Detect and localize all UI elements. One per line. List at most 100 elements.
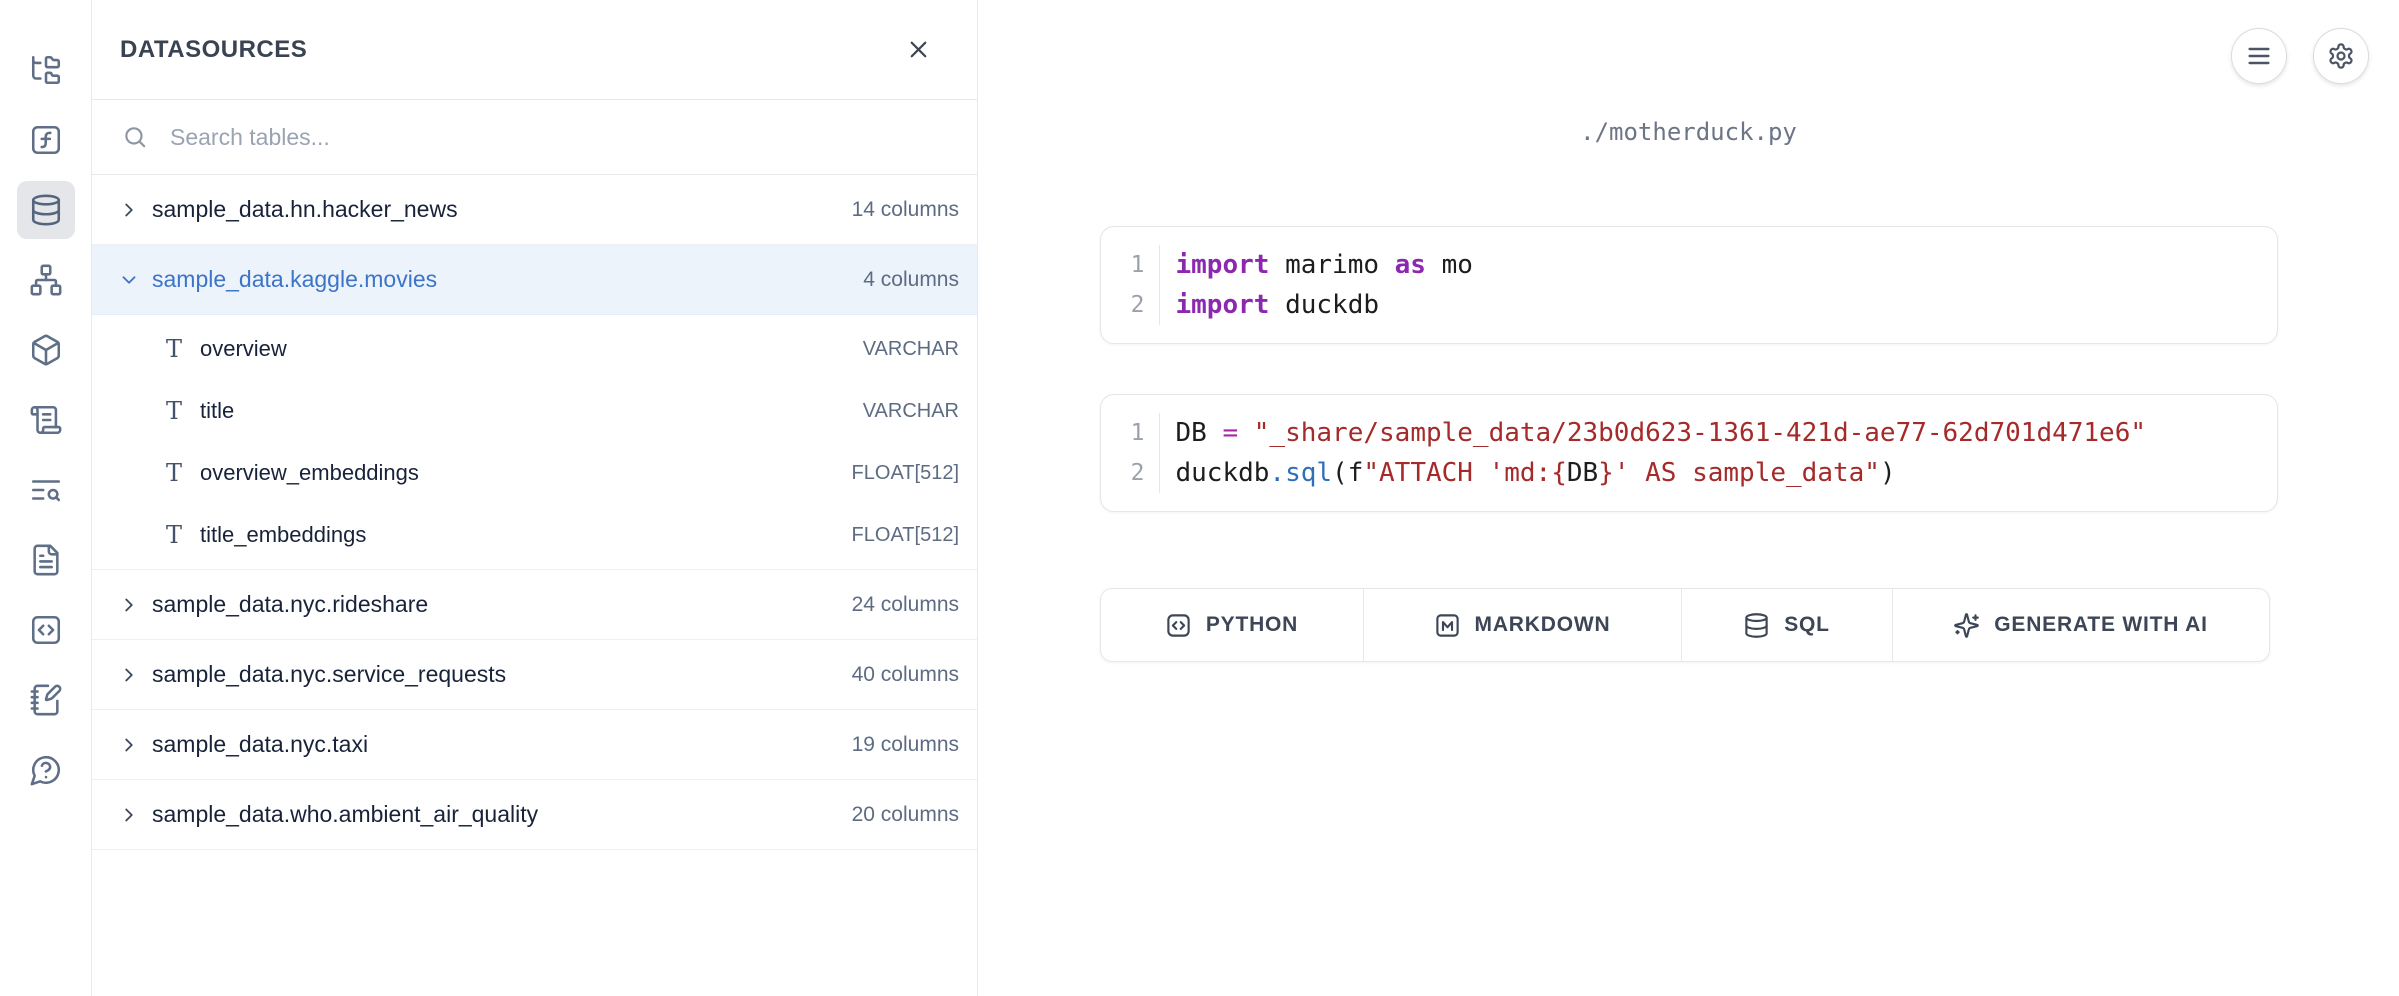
package-icon <box>29 333 63 367</box>
chevron-right-icon <box>118 199 140 221</box>
table-search-bar <box>92 100 977 175</box>
column-row[interactable]: T overview_embeddings FLOAT[512] <box>92 442 977 504</box>
table-row-selected[interactable]: sample_data.kaggle.movies 4 columns <box>92 245 977 315</box>
markdown-square-icon <box>1434 612 1461 639</box>
help-chat-icon <box>29 753 63 787</box>
table-name: sample_data.who.ambient_air_quality <box>152 801 538 828</box>
sparkles-icon <box>1953 612 1980 639</box>
table-column-count: 20 columns <box>852 803 959 827</box>
rail-datasources-button[interactable] <box>17 181 75 239</box>
chevron-right-icon <box>118 734 140 756</box>
code-line: import duckdb <box>1176 285 2257 325</box>
datasources-panel: DATASOURCES sample_data.hn.hacker_news 1… <box>92 0 978 996</box>
file-tree-icon <box>29 53 63 87</box>
table-row[interactable]: sample_data.hn.hacker_news 14 columns <box>92 175 977 245</box>
table-columns-list: T overview VARCHAR T title VARCHAR T ove… <box>92 315 977 570</box>
datasources-panel-header: DATASOURCES <box>92 0 977 100</box>
text-type-icon: T <box>160 399 188 423</box>
code-cell-attach-db[interactable]: 12 DB = "_share/sample_data/23b0d623-136… <box>1100 394 2278 512</box>
chevron-down-icon <box>118 269 140 291</box>
chevron-right-icon <box>118 664 140 686</box>
rail-documentation-button[interactable] <box>17 531 75 589</box>
table-column-count: 19 columns <box>852 733 959 757</box>
notebook-menu-button[interactable] <box>2231 28 2287 84</box>
code-square-icon <box>1165 612 1192 639</box>
table-row[interactable]: sample_data.who.ambient_air_quality 20 c… <box>92 780 977 850</box>
column-type: VARCHAR <box>863 400 959 423</box>
rail-variables-button[interactable] <box>17 111 75 169</box>
line-number: 2 <box>1101 285 1159 325</box>
rail-logs-button[interactable] <box>17 391 75 449</box>
line-number: 1 <box>1101 413 1159 453</box>
code-line: duckdb.sql(f"ATTACH 'md:{DB}' AS sample_… <box>1176 453 2257 493</box>
column-row[interactable]: T overview VARCHAR <box>92 318 977 380</box>
table-row[interactable]: sample_data.nyc.taxi 19 columns <box>92 710 977 780</box>
close-icon <box>905 36 932 63</box>
dependency-graph-icon <box>29 263 63 297</box>
column-type: VARCHAR <box>863 338 959 361</box>
logs-scroll-icon <box>29 403 63 437</box>
text-type-icon: T <box>160 461 188 485</box>
rail-help-button[interactable] <box>17 741 75 799</box>
column-type: FLOAT[512] <box>852 462 959 485</box>
table-row[interactable]: sample_data.nyc.service_requests 40 colu… <box>92 640 977 710</box>
notebook-filename[interactable]: ./motherduck.py <box>1100 118 2278 146</box>
search-icon <box>122 124 148 150</box>
code-line: DB = "_share/sample_data/23b0d623-1361-4… <box>1176 413 2257 453</box>
code-line: import marimo as mo <box>1176 245 2257 285</box>
table-column-count: 14 columns <box>852 198 959 222</box>
button-label: GENERATE WITH AI <box>1994 613 2207 637</box>
code-editor[interactable]: DB = "_share/sample_data/23b0d623-1361-4… <box>1159 413 2277 493</box>
scratchpad-icon <box>29 683 63 717</box>
add-python-cell-button[interactable]: PYTHON <box>1101 589 1364 661</box>
table-column-count: 4 columns <box>863 268 959 292</box>
line-number: 1 <box>1101 245 1159 285</box>
table-row[interactable]: sample_data.nyc.rideshare 24 columns <box>92 570 977 640</box>
database-icon <box>29 193 63 227</box>
code-cell-imports[interactable]: 12 import marimo as moimport duckdb <box>1100 226 2278 344</box>
settings-button[interactable] <box>2313 28 2369 84</box>
gear-icon <box>2327 42 2355 70</box>
add-sql-cell-button[interactable]: SQL <box>1682 589 1893 661</box>
search-tables-input[interactable] <box>168 123 808 152</box>
rail-scratchpad-button[interactable] <box>17 671 75 729</box>
code-snippets-icon <box>29 613 63 647</box>
close-panel-button[interactable] <box>899 31 937 69</box>
menu-icon <box>2245 42 2273 70</box>
column-name: overview <box>200 336 287 362</box>
add-cell-bar: PYTHON MARKDOWN SQL GENERATE WITH AI <box>1100 588 2270 662</box>
rail-tracebacks-button[interactable] <box>17 461 75 519</box>
button-label: MARKDOWN <box>1475 613 1611 637</box>
rail-snippets-button[interactable] <box>17 601 75 659</box>
panel-title: DATASOURCES <box>120 36 307 64</box>
code-editor[interactable]: import marimo as moimport duckdb <box>1159 245 2277 325</box>
column-name: overview_embeddings <box>200 460 419 486</box>
rail-packages-button[interactable] <box>17 321 75 379</box>
line-number-gutter: 12 <box>1101 413 1159 493</box>
rail-dependencies-button[interactable] <box>17 251 75 309</box>
chevron-right-icon <box>118 804 140 826</box>
notebook-area: ./motherduck.py 12 import marimo as moim… <box>978 0 2399 996</box>
column-name: title <box>200 398 234 424</box>
table-name: sample_data.nyc.rideshare <box>152 591 428 618</box>
text-type-icon: T <box>160 523 188 547</box>
line-number-gutter: 12 <box>1101 245 1159 325</box>
generate-with-ai-button[interactable]: GENERATE WITH AI <box>1893 589 2269 661</box>
rail-file-tree-button[interactable] <box>17 41 75 99</box>
button-label: SQL <box>1784 613 1830 637</box>
table-name: sample_data.nyc.service_requests <box>152 661 506 688</box>
chevron-right-icon <box>118 594 140 616</box>
text-search-icon <box>29 473 63 507</box>
column-type: FLOAT[512] <box>852 524 959 547</box>
table-name: sample_data.hn.hacker_news <box>152 196 458 223</box>
column-row[interactable]: T title VARCHAR <box>92 380 977 442</box>
column-name: title_embeddings <box>200 522 366 548</box>
column-row[interactable]: T title_embeddings FLOAT[512] <box>92 504 977 566</box>
button-label: PYTHON <box>1206 613 1298 637</box>
table-name: sample_data.kaggle.movies <box>152 266 437 293</box>
table-name: sample_data.nyc.taxi <box>152 731 368 758</box>
add-markdown-cell-button[interactable]: MARKDOWN <box>1364 589 1682 661</box>
left-icon-rail <box>0 0 92 996</box>
table-column-count: 40 columns <box>852 663 959 687</box>
text-type-icon: T <box>160 337 188 361</box>
